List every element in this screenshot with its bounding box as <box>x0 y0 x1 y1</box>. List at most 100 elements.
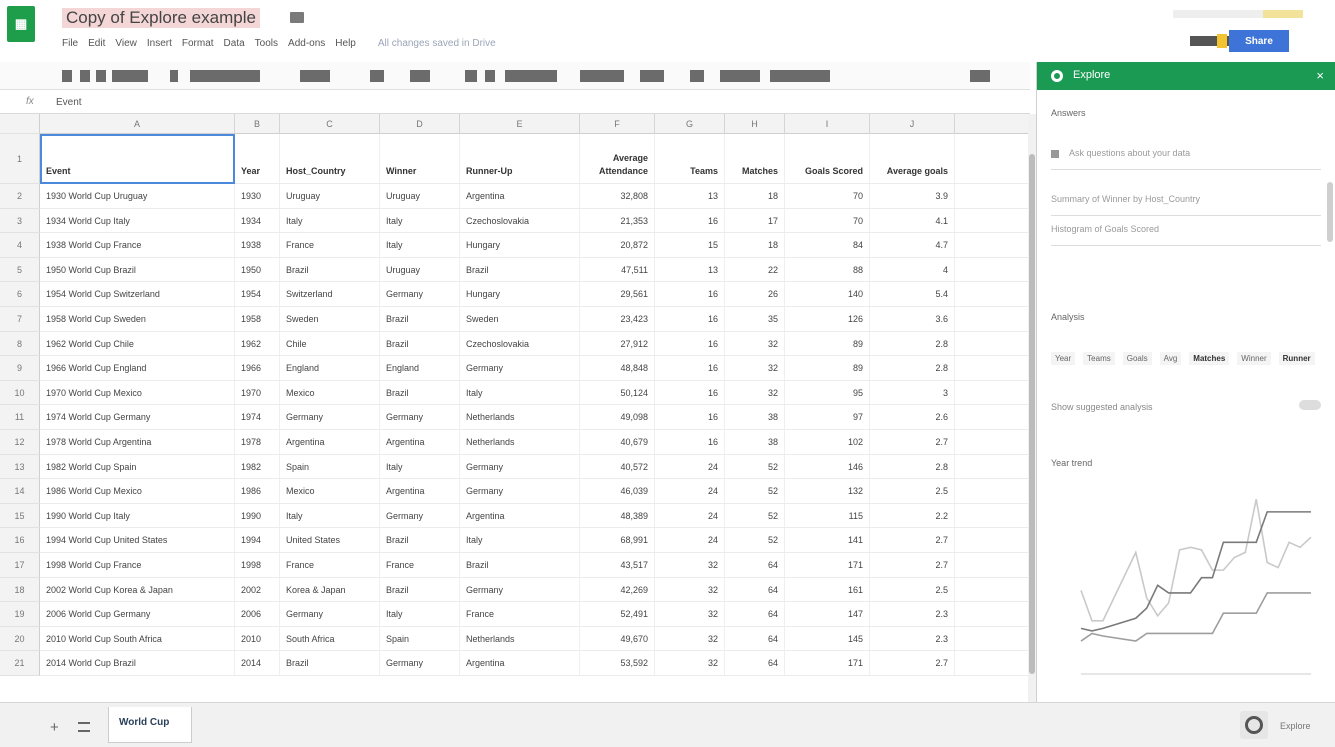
table-cell[interactable]: Brazil <box>380 380 460 405</box>
table-cell[interactable]: 48,848 <box>580 356 655 380</box>
table-cell[interactable]: 46,039 <box>580 479 655 503</box>
table-cell[interactable]: 2006 <box>235 602 280 626</box>
close-icon[interactable]: × <box>1316 68 1324 83</box>
table-cell[interactable]: France <box>280 233 380 257</box>
header-cell[interactable]: Matches <box>725 134 785 183</box>
table-cell[interactable]: Czechoslovakia <box>460 331 580 356</box>
chip[interactable]: Teams <box>1083 352 1115 365</box>
table-cell[interactable]: Brazil <box>280 651 380 675</box>
table-cell[interactable]: 1998 World Cup France <box>40 553 235 577</box>
table-cell[interactable]: 64 <box>725 626 785 651</box>
header-cell[interactable]: Year <box>235 134 280 183</box>
table-cell[interactable]: 13 <box>655 257 725 282</box>
font-family-menu[interactable] <box>300 70 330 82</box>
table-cell[interactable]: 2014 <box>235 651 280 675</box>
header-cell[interactable]: Goals Scored <box>785 134 870 183</box>
table-cell[interactable]: 32 <box>655 651 725 675</box>
row-header[interactable]: 17 <box>0 553 40 578</box>
table-cell[interactable]: Germany <box>280 405 380 429</box>
table-cell[interactable]: Spain <box>380 626 460 651</box>
font-size-menu[interactable] <box>370 70 384 82</box>
row-header[interactable]: 21 <box>0 651 40 676</box>
table-cell[interactable]: 1934 <box>235 208 280 233</box>
table-cell[interactable]: 32 <box>725 356 785 380</box>
table-cell[interactable]: Brazil <box>460 257 580 282</box>
table-cell[interactable]: Switzerland <box>280 282 380 306</box>
table-cell[interactable]: 132 <box>785 479 870 503</box>
add-sheet-button[interactable]: + <box>50 719 59 736</box>
table-cell[interactable]: 1962 <box>235 331 280 356</box>
table-cell[interactable]: 1950 <box>235 257 280 282</box>
currency-icon[interactable] <box>170 70 178 82</box>
table-cell[interactable]: Brazil <box>380 577 460 602</box>
row-header[interactable]: 20 <box>0 626 40 652</box>
table-cell[interactable]: Italy <box>380 454 460 479</box>
row-header[interactable]: 9 <box>0 356 40 381</box>
table-cell[interactable]: Uruguay <box>380 184 460 208</box>
table-cell[interactable]: 53,592 <box>580 651 655 675</box>
table-cell[interactable]: Brazil <box>280 257 380 282</box>
table-cell[interactable]: France <box>460 602 580 626</box>
all-sheets-icon[interactable] <box>78 722 90 732</box>
table-cell[interactable]: 1962 World Cup Chile <box>40 331 235 356</box>
table-cell[interactable]: Germany <box>460 356 580 380</box>
table-cell[interactable]: Germany <box>280 602 380 626</box>
table-cell[interactable]: 1970 <box>235 380 280 405</box>
panel-scrollbar[interactable] <box>1327 182 1333 242</box>
menu-tools[interactable]: Tools <box>255 38 278 49</box>
scrollbar-thumb[interactable] <box>1029 154 1035 674</box>
table-cell[interactable]: 2.7 <box>870 553 955 577</box>
table-cell[interactable]: 4 <box>870 257 955 282</box>
table-cell[interactable]: 1986 World Cup Mexico <box>40 479 235 503</box>
table-cell[interactable]: 89 <box>785 331 870 356</box>
table-cell[interactable]: 2.8 <box>870 356 955 380</box>
table-cell[interactable]: 84 <box>785 233 870 257</box>
table-cell[interactable]: 1950 World Cup Brazil <box>40 257 235 282</box>
table-cell[interactable]: Italy <box>280 503 380 528</box>
menu-file[interactable]: File <box>62 38 78 49</box>
chip[interactable]: Matches <box>1189 352 1230 365</box>
table-cell[interactable]: Hungary <box>460 282 580 306</box>
table-cell[interactable]: Brazil <box>380 331 460 356</box>
table-cell[interactable]: 48,389 <box>580 503 655 528</box>
table-cell[interactable]: 89 <box>785 356 870 380</box>
table-cell[interactable]: Mexico <box>280 479 380 503</box>
table-cell[interactable]: 32 <box>655 553 725 577</box>
table-cell[interactable]: 1990 World Cup Italy <box>40 503 235 528</box>
table-cell[interactable]: 70 <box>785 208 870 233</box>
table-cell[interactable]: 171 <box>785 553 870 577</box>
redo-icon[interactable] <box>96 70 106 82</box>
table-cell[interactable]: 1930 <box>235 184 280 208</box>
table-cell[interactable]: 40,572 <box>580 454 655 479</box>
table-cell[interactable]: 32 <box>725 331 785 356</box>
table-cell[interactable]: 2.3 <box>870 602 955 626</box>
table-cell[interactable]: 2.7 <box>870 651 955 675</box>
table-cell[interactable]: Germany <box>380 282 460 306</box>
table-cell[interactable]: 32,808 <box>580 184 655 208</box>
table-cell[interactable]: 35 <box>725 307 785 331</box>
table-cell[interactable]: 24 <box>655 528 725 552</box>
row-header[interactable]: 1 <box>0 134 40 184</box>
table-cell[interactable]: 2010 <box>235 626 280 651</box>
row-header[interactable]: 19 <box>0 602 40 627</box>
column-header-g[interactable]: G <box>655 114 725 134</box>
column-header-a[interactable]: A <box>40 114 235 134</box>
column-header-d[interactable]: D <box>380 114 460 134</box>
table-cell[interactable]: Uruguay <box>280 184 380 208</box>
header-cell[interactable]: Average Attendance <box>580 134 655 183</box>
chip[interactable]: Winner <box>1237 352 1271 365</box>
row-header[interactable]: 10 <box>0 380 40 406</box>
spreadsheet-grid[interactable]: ABCDEFGHIJ 1 Event Year Host_Country Winner R… <box>0 114 1028 702</box>
menu-help[interactable]: Help <box>335 38 356 49</box>
table-cell[interactable]: 20,872 <box>580 233 655 257</box>
table-cell[interactable]: 141 <box>785 528 870 552</box>
table-cell[interactable]: Germany <box>460 454 580 479</box>
chip[interactable]: Year <box>1051 352 1076 365</box>
table-cell[interactable]: 140 <box>785 282 870 306</box>
table-cell[interactable]: Chile <box>280 331 380 356</box>
table-cell[interactable]: 2.8 <box>870 331 955 356</box>
paint-format-icon[interactable] <box>112 70 148 82</box>
explore-button-label[interactable]: Explore <box>1280 721 1311 731</box>
table-cell[interactable]: Italy <box>280 208 380 233</box>
table-cell[interactable]: 161 <box>785 577 870 602</box>
